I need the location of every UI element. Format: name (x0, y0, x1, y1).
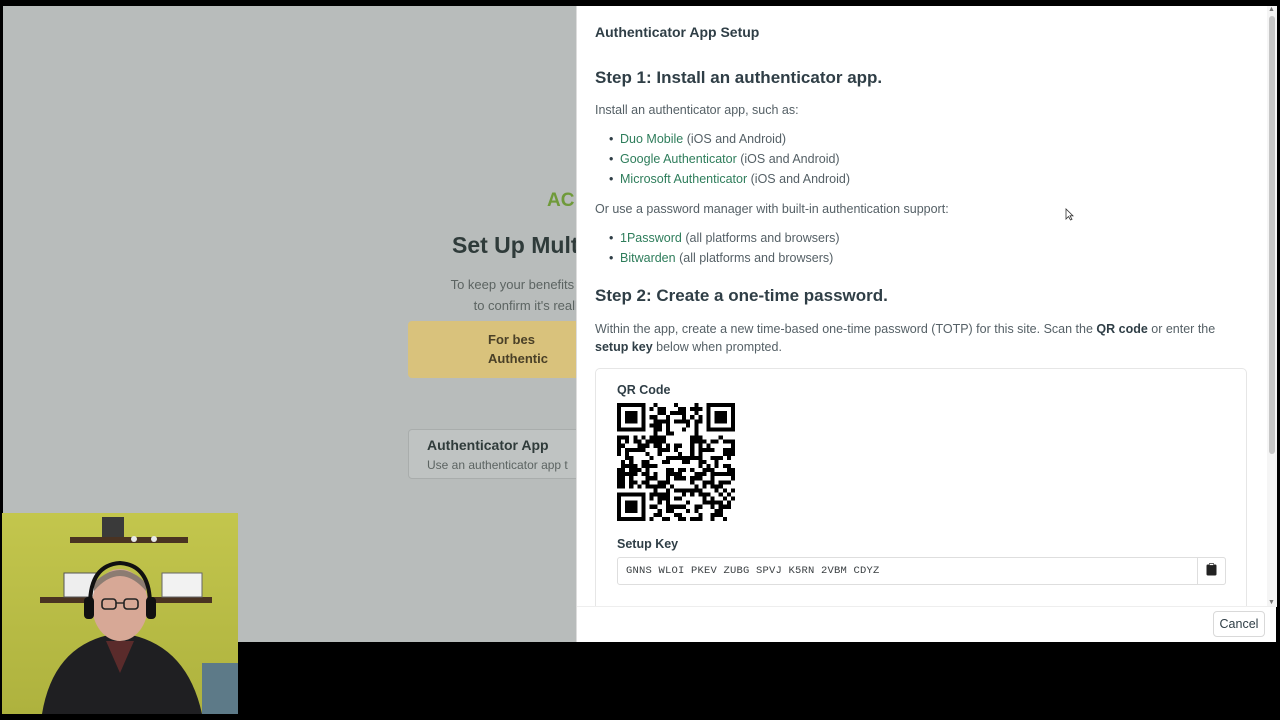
authenticator-app-list: Duo Mobile (iOS and Android) Google Auth… (595, 129, 1247, 189)
app-platforms: (iOS and Android) (686, 132, 787, 146)
list-item: 1Password (all platforms and browsers) (609, 228, 1247, 248)
password-manager-intro: Or use a password manager with built-in … (595, 202, 949, 216)
notice-line-2: Authentic (488, 351, 548, 366)
instruction-text: Within the app, create a new time-based … (595, 322, 1097, 336)
password-manager-list: 1Password (all platforms and browsers) B… (595, 228, 1247, 268)
list-item: Microsoft Authenticator (iOS and Android… (609, 169, 1247, 189)
app-platforms: (all platforms and browsers) (685, 231, 840, 245)
copy-setup-key-button[interactable] (1197, 557, 1226, 585)
modal-body: Step 1: Install an authenticator app. In… (577, 56, 1265, 606)
option-description: Use an authenticator app t (427, 458, 568, 472)
duo-mobile-link[interactable]: Duo Mobile (620, 132, 683, 146)
setup-key-value[interactable]: GNNS WLOI PKEV ZUBG SPVJ K5RN 2VBM CDYZ (626, 565, 880, 577)
authenticator-app-option[interactable]: Authenticator App Use an authenticator a… (408, 429, 577, 479)
scroll-down-arrow-icon[interactable]: ▼ (1268, 599, 1275, 606)
microsoft-authenticator-link[interactable]: Microsoft Authenticator (620, 172, 747, 186)
list-item: Google Authenticator (iOS and Android) (609, 149, 1247, 169)
step-2-heading: Step 2: Create a one-time password. (595, 286, 888, 305)
1password-link[interactable]: 1Password (620, 231, 682, 245)
app-platforms: (iOS and Android) (750, 172, 850, 186)
mouse-pointer-icon (1065, 208, 1074, 221)
list-item: Bitwarden (all platforms and browsers) (609, 248, 1247, 268)
page-title: Set Up Mult (452, 232, 577, 258)
recommendation-notice: For bes Authentic (408, 321, 577, 378)
modal-footer: Cancel (577, 606, 1277, 642)
cancel-button[interactable]: Cancel (1213, 611, 1265, 637)
presenter-video (40, 517, 238, 714)
qr-code-label: QR Code (617, 383, 671, 397)
qr-code-panel: QR Code Setup Key GNNS WLOI PKEV ZUBG SP… (595, 368, 1247, 606)
modal-scrollbar[interactable]: ▲ ▼ (1267, 6, 1277, 606)
list-item: Duo Mobile (iOS and Android) (609, 129, 1247, 149)
option-title: Authenticator App (427, 437, 549, 453)
description-line-2: to confirm it's really (473, 298, 577, 313)
notice-line-1: For bes (488, 332, 535, 347)
bitwarden-link[interactable]: Bitwarden (620, 251, 676, 265)
step-1-heading: Step 1: Install an authenticator app. (595, 68, 883, 87)
scrollbar-thumb[interactable] (1269, 16, 1275, 454)
app-platforms: (iOS and Android) (740, 152, 840, 166)
description-line-1: To keep your benefits inforr (450, 277, 577, 292)
step-2-instructions: Within the app, create a new time-based … (595, 320, 1235, 356)
google-authenticator-link[interactable]: Google Authenticator (620, 152, 737, 166)
instruction-text: or enter the (1147, 322, 1216, 336)
qr-code-term: QR code (1096, 322, 1148, 336)
clipboard-icon (1206, 563, 1217, 579)
qr-code-image (617, 403, 735, 521)
scroll-up-arrow-icon[interactable]: ▲ (1268, 6, 1275, 13)
setup-key-term: setup key (595, 340, 653, 354)
webcam-video-overlay (2, 513, 238, 714)
step-1-intro: Install an authenticator app, such as: (595, 103, 799, 117)
authenticator-setup-modal: Authenticator App Setup Step 1: Install … (576, 6, 1277, 642)
page-description: To keep your benefits inforr to confirm … (409, 274, 577, 316)
modal-title: Authenticator App Setup (595, 24, 760, 40)
app-platforms: (all platforms and browsers) (679, 251, 834, 265)
setup-key-field[interactable]: GNNS WLOI PKEV ZUBG SPVJ K5RN 2VBM CDYZ (617, 557, 1226, 585)
brand-logo: AC (547, 190, 575, 211)
instruction-text: below when prompted. (652, 340, 782, 354)
setup-key-label: Setup Key (617, 537, 679, 551)
